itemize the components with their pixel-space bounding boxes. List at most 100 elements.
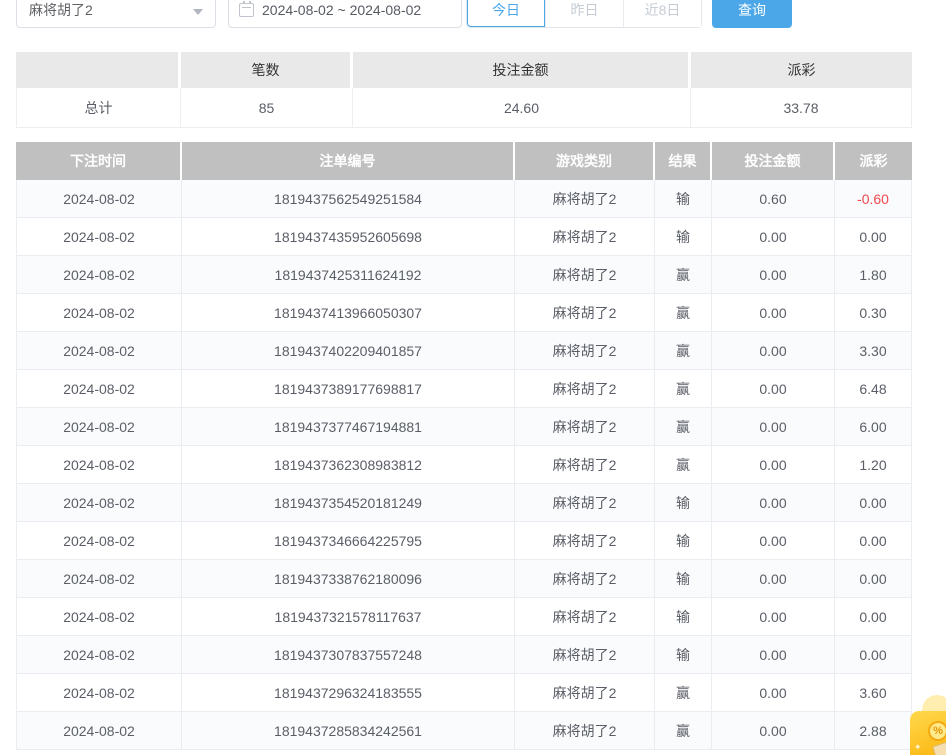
cell-time: 2024-08-02	[16, 180, 182, 218]
game-select[interactable]: 麻将胡了2	[16, 0, 216, 28]
summary-col-header-1: 笔数	[181, 52, 353, 88]
bet-records-page: 麻将胡了2 2024-08-02 ~ 2024-08-02 今日昨日近8日 查询…	[0, 0, 946, 755]
table-row: 2024-08-021819437338762180096麻将胡了2输0.000…	[16, 560, 912, 598]
cell-result: 输	[655, 598, 712, 636]
records-col-header-2: 游戏类别	[515, 142, 655, 180]
cell-payout: 0.30	[835, 294, 912, 332]
summary-col-header-2: 投注金额	[353, 52, 691, 88]
table-row: 2024-08-021819437562549251584麻将胡了2输0.60-…	[16, 180, 912, 218]
cell-game: 麻将胡了2	[515, 294, 655, 332]
cell-payout: 0.00	[835, 218, 912, 256]
promo-float-button[interactable]: % ✦	[900, 697, 946, 755]
table-row: 2024-08-021819437402209401857麻将胡了2赢0.003…	[16, 332, 912, 370]
table-row: 2024-08-021819437354520181249麻将胡了2输0.000…	[16, 484, 912, 522]
cell-game: 麻将胡了2	[515, 484, 655, 522]
cell-result: 赢	[655, 370, 712, 408]
cell-time: 2024-08-02	[16, 560, 182, 598]
cell-time: 2024-08-02	[16, 674, 182, 712]
cell-payout: 0.00	[835, 560, 912, 598]
cell-time: 2024-08-02	[16, 484, 182, 522]
cell-order_no: 1819437321578117637	[182, 598, 515, 636]
table-row: 2024-08-021819437307837557248麻将胡了2输0.000…	[16, 636, 912, 674]
quick-range-button-1[interactable]: 昨日	[545, 0, 623, 27]
cell-order_no: 1819437435952605698	[182, 218, 515, 256]
cell-game: 麻将胡了2	[515, 522, 655, 560]
summary-header-row: 笔数投注金额派彩	[16, 52, 912, 88]
date-range-value: 2024-08-02 ~ 2024-08-02	[262, 2, 421, 18]
cell-order_no: 1819437354520181249	[182, 484, 515, 522]
cell-game: 麻将胡了2	[515, 636, 655, 674]
cell-result: 赢	[655, 712, 712, 750]
table-row: 2024-08-021819437346664225795麻将胡了2输0.000…	[16, 522, 912, 560]
cell-time: 2024-08-02	[16, 598, 182, 636]
summary-table: 笔数投注金额派彩 总计 85 24.60 33.78	[16, 52, 912, 128]
cell-payout: -0.60	[835, 180, 912, 218]
cell-order_no: 1819437346664225795	[182, 522, 515, 560]
cell-order_no: 1819437338762180096	[182, 560, 515, 598]
cell-time: 2024-08-02	[16, 370, 182, 408]
cell-bet: 0.00	[712, 484, 835, 522]
cell-bet: 0.00	[712, 408, 835, 446]
search-button[interactable]: 查询	[712, 0, 792, 28]
records-col-header-4: 投注金额	[712, 142, 835, 180]
cell-bet: 0.00	[712, 674, 835, 712]
sparkle-icon: ✦	[914, 742, 922, 753]
cell-bet: 0.00	[712, 332, 835, 370]
quick-range-button-group: 今日昨日近8日	[466, 0, 702, 28]
cell-payout: 1.20	[835, 446, 912, 484]
quick-range-button-0[interactable]: 今日	[467, 0, 545, 27]
cell-order_no: 1819437377467194881	[182, 408, 515, 446]
filter-toolbar: 麻将胡了2 2024-08-02 ~ 2024-08-02 今日昨日近8日 查询	[16, 0, 946, 28]
records-col-header-3: 结果	[655, 142, 712, 180]
cell-bet: 0.00	[712, 522, 835, 560]
bet-records-table: 下注时间注单编号游戏类别结果投注金额派彩 2024-08-02181943756…	[16, 142, 912, 750]
cell-game: 麻将胡了2	[515, 218, 655, 256]
cell-game: 麻将胡了2	[515, 332, 655, 370]
table-row: 2024-08-021819437435952605698麻将胡了2输0.000…	[16, 218, 912, 256]
summary-col-header-0	[16, 52, 181, 88]
cell-time: 2024-08-02	[16, 218, 182, 256]
date-range-input[interactable]: 2024-08-02 ~ 2024-08-02	[228, 0, 462, 28]
cell-payout: 0.00	[835, 522, 912, 560]
cell-bet: 0.00	[712, 712, 835, 750]
records-header-row: 下注时间注单编号游戏类别结果投注金额派彩	[16, 142, 912, 180]
cell-game: 麻将胡了2	[515, 408, 655, 446]
cell-game: 麻将胡了2	[515, 370, 655, 408]
game-select-value: 麻将胡了2	[29, 0, 93, 20]
summary-total-row: 总计 85 24.60 33.78	[16, 88, 912, 128]
cell-bet: 0.00	[712, 294, 835, 332]
cell-game: 麻将胡了2	[515, 674, 655, 712]
cell-result: 输	[655, 180, 712, 218]
cell-time: 2024-08-02	[16, 408, 182, 446]
cell-result: 输	[655, 560, 712, 598]
records-body: 2024-08-021819437562549251584麻将胡了2输0.60-…	[16, 180, 912, 750]
cell-order_no: 1819437389177698817	[182, 370, 515, 408]
cell-result: 输	[655, 218, 712, 256]
records-col-header-5: 派彩	[835, 142, 912, 180]
cell-bet: 0.00	[712, 598, 835, 636]
caret-down-icon	[193, 9, 203, 15]
table-row: 2024-08-021819437285834242561麻将胡了2赢0.002…	[16, 712, 912, 750]
records-col-header-1: 注单编号	[182, 142, 515, 180]
quick-range-button-2[interactable]: 近8日	[623, 0, 701, 27]
cell-result: 赢	[655, 294, 712, 332]
cell-bet: 0.00	[712, 446, 835, 484]
cell-result: 赢	[655, 332, 712, 370]
cell-bet: 0.60	[712, 180, 835, 218]
cell-order_no: 1819437425311624192	[182, 256, 515, 294]
cell-game: 麻将胡了2	[515, 446, 655, 484]
cell-order_no: 1819437307837557248	[182, 636, 515, 674]
calendar-icon	[239, 3, 254, 17]
summary-total-label: 总计	[16, 88, 181, 128]
cell-game: 麻将胡了2	[515, 598, 655, 636]
summary-count: 85	[181, 88, 353, 128]
cell-bet: 0.00	[712, 218, 835, 256]
cell-bet: 0.00	[712, 370, 835, 408]
cell-payout: 0.00	[835, 636, 912, 674]
summary-payout: 33.78	[691, 88, 912, 128]
cell-payout: 0.00	[835, 598, 912, 636]
cell-time: 2024-08-02	[16, 256, 182, 294]
coin-icon: %	[928, 721, 946, 741]
table-row: 2024-08-021819437321578117637麻将胡了2输0.000…	[16, 598, 912, 636]
cell-time: 2024-08-02	[16, 446, 182, 484]
